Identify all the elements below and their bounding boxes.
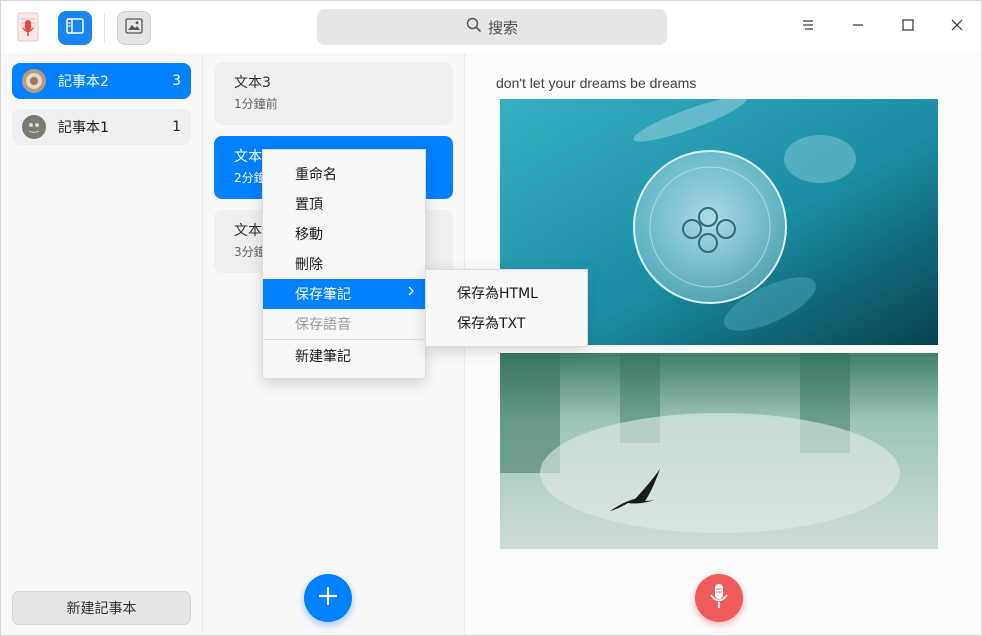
list-view-icon <box>66 18 84 38</box>
avatar <box>22 69 46 93</box>
notebook-count: 1 <box>172 119 181 135</box>
note-body-text[interactable]: don't let your dreams be dreams <box>496 75 696 91</box>
menu-item-new-note[interactable]: 新建筆記 <box>263 341 425 371</box>
insert-image-button[interactable] <box>117 11 151 45</box>
note-time: 1分鐘前 <box>234 97 278 111</box>
image-icon <box>125 18 143 38</box>
microphone-icon <box>708 583 730 613</box>
menu-icon <box>801 19 815 35</box>
menu-button[interactable] <box>792 11 824 43</box>
menu-item-rename[interactable]: 重命名 <box>263 159 425 189</box>
search-input[interactable]: 搜索 <box>317 9 667 45</box>
menu-item-move[interactable]: 移動 <box>263 219 425 249</box>
record-voice-button[interactable] <box>695 574 743 622</box>
avatar <box>22 115 46 139</box>
minimize-icon <box>851 18 865 36</box>
list-view-button[interactable] <box>58 11 92 45</box>
notes-app-icon <box>13 11 43 43</box>
add-note-button[interactable] <box>304 574 352 622</box>
search-icon <box>466 17 482 37</box>
menu-divider <box>263 339 425 340</box>
context-menu: 重命名 置頂 移動 刪除 保存筆記 保存語音 新建筆記 <box>262 149 426 379</box>
notes-window: 搜索 記事本2 3 記事本1 1 新建記事本 文本3 1分鐘前 文本 2分鐘 文… <box>0 0 982 636</box>
search-placeholder: 搜索 <box>487 18 518 37</box>
note-item[interactable]: 文本3 1分鐘前 <box>214 62 453 125</box>
notebook-name: 記事本2 <box>58 74 109 90</box>
menu-item-pin[interactable]: 置頂 <box>263 189 425 219</box>
note-title: 文本3 <box>234 75 271 91</box>
maximize-button[interactable] <box>892 11 924 43</box>
menu-item-label: 保存筆記 <box>295 287 351 303</box>
close-icon <box>950 18 964 36</box>
menu-item-save-html[interactable]: 保存為HTML <box>426 278 587 308</box>
titlebar: 搜索 <box>1 1 981 53</box>
save-submenu: 保存為HTML 保存為TXT <box>425 269 588 347</box>
minimize-button[interactable] <box>842 11 874 43</box>
menu-item-delete[interactable]: 刪除 <box>263 249 425 279</box>
menu-item-save-txt[interactable]: 保存為TXT <box>426 308 587 338</box>
new-notebook-button[interactable]: 新建記事本 <box>12 591 191 625</box>
notebook-list: 記事本2 3 記事本1 1 新建記事本 <box>1 53 203 635</box>
maximize-icon <box>901 18 915 36</box>
menu-item-save-note[interactable]: 保存筆記 <box>263 279 425 309</box>
close-button[interactable] <box>941 11 973 43</box>
toolbar-divider <box>104 13 105 43</box>
plus-icon <box>317 585 339 611</box>
notebook-item[interactable]: 記事本2 3 <box>12 63 191 99</box>
notebook-count: 3 <box>172 73 181 89</box>
chevron-right-icon <box>407 285 415 301</box>
notebook-name: 記事本1 <box>58 120 109 136</box>
menu-item-save-voice: 保存語音 <box>295 317 351 333</box>
waterfall-bird-image[interactable] <box>500 353 938 549</box>
notebook-item[interactable]: 記事本1 1 <box>12 109 191 145</box>
